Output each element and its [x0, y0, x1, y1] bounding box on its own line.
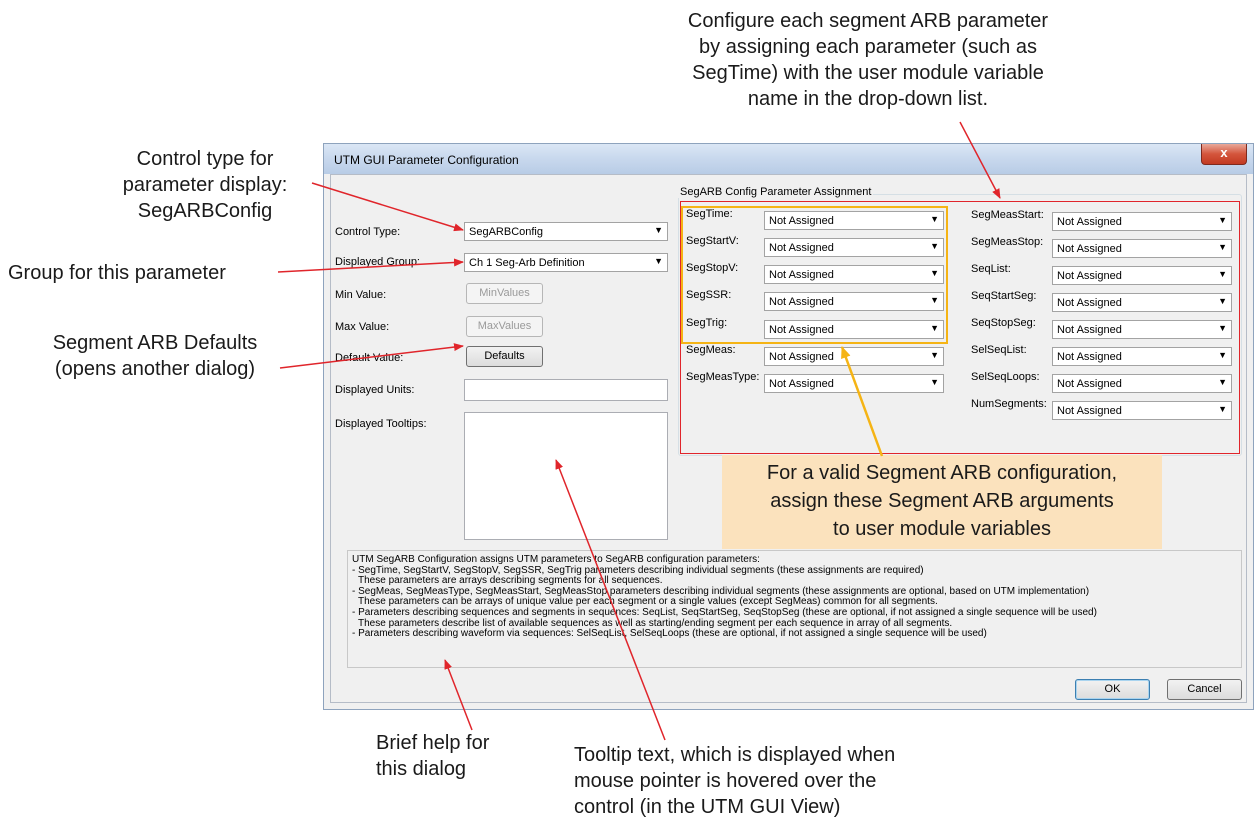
- arrow-defaults: [279, 343, 464, 369]
- arrow-callout: [840, 346, 884, 457]
- arrow-top-right: [959, 121, 1001, 199]
- arrow-tooltip: [555, 459, 666, 741]
- arrow-group: [277, 258, 464, 273]
- arrow-brief-help: [444, 659, 473, 731]
- arrow-control-type: [311, 182, 464, 232]
- annotation-arrows: [277, 121, 1001, 741]
